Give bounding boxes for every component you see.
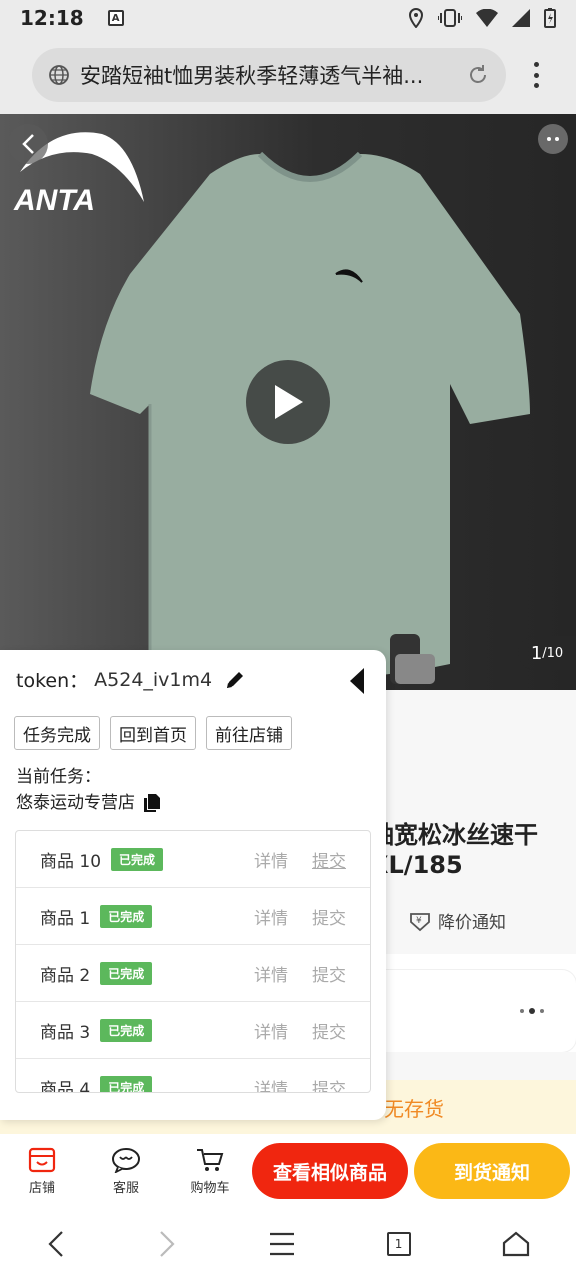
current-task: 当前任务： 悠泰运动专营店 (16, 764, 161, 816)
forward-icon[interactable] (157, 1230, 177, 1258)
item-list: 商品 10 已完成 详情 提交 商品 1 已完成 详情 提交 商品 2 已完成 … (15, 830, 371, 1093)
shop-icon (28, 1147, 56, 1172)
carousel-dots (520, 1008, 544, 1014)
product-title-line2: XL/185 (370, 851, 463, 879)
detail-link[interactable]: 详情 (254, 847, 288, 872)
status-badge: 已完成 (100, 1075, 153, 1092)
status-bar: 12:18 A (0, 0, 576, 36)
view-similar-button[interactable]: 查看相似商品 (252, 1143, 408, 1199)
location-icon (408, 8, 424, 28)
bottom-action-bar: 店铺 客服 购物车 查看相似商品 到货通知 (0, 1134, 576, 1208)
status-icons (408, 8, 556, 28)
reload-icon[interactable] (466, 63, 490, 87)
list-item: 商品 10 已完成 详情 提交 (16, 831, 370, 888)
product-image[interactable]: ANTA 1/10 (0, 114, 576, 690)
battery-icon (544, 8, 556, 28)
list-item: 商品 3 已完成 详情 提交 (16, 1002, 370, 1059)
out-of-stock-label: 无存货 (384, 1096, 444, 1121)
status-badge: 已完成 (100, 961, 153, 985)
status-badge: 已完成 (111, 847, 164, 871)
submit-link[interactable]: 提交 (312, 904, 346, 929)
browser-nav-bar: 1 (0, 1208, 576, 1280)
arrival-notify-button[interactable]: 到货通知 (414, 1143, 570, 1199)
status-badge: 已完成 (100, 904, 153, 928)
cart-icon (197, 1148, 224, 1171)
url-title: 安踏短袖t恤男装秋季轻薄透气半袖... (80, 64, 424, 88)
tab-count: 1 (394, 1237, 403, 1251)
back-button[interactable] (8, 124, 48, 164)
shop-button[interactable]: 店铺 (0, 1147, 84, 1196)
token-label: token： (16, 670, 89, 692)
info-card[interactable] (370, 970, 576, 1052)
list-item: 商品 2 已完成 详情 提交 (16, 945, 370, 1002)
vibrate-icon (438, 9, 462, 27)
svg-text:¥: ¥ (416, 916, 422, 926)
current-store-row: 悠泰运动专营店 (16, 790, 161, 816)
keyboard-a-icon: A (107, 10, 124, 26)
item-name: 商品 10 (40, 851, 102, 872)
shop-label: 店铺 (28, 1180, 55, 1196)
submit-link[interactable]: 提交 (312, 847, 346, 872)
collapse-panel-icon[interactable] (346, 666, 368, 696)
submit-link[interactable]: 提交 (312, 1018, 346, 1043)
customer-service-label: 客服 (112, 1180, 139, 1196)
wifi-icon (476, 9, 498, 27)
task-panel: token： A524_iv1m4 任务完成 回到首页 前往店铺 当前任务： 悠… (0, 650, 386, 1120)
globe-icon (49, 65, 69, 85)
detail-link[interactable]: 详情 (254, 904, 288, 929)
item-name: 商品 4 (40, 1079, 91, 1093)
tabs-button[interactable]: 1 (386, 1232, 411, 1256)
token-row: token： A524_iv1m4 (16, 666, 246, 693)
detail-link[interactable]: 详情 (254, 1075, 288, 1093)
copy-icon[interactable] (143, 793, 161, 813)
go-store-button[interactable]: 前往店铺 (206, 716, 292, 750)
item-name: 商品 2 (40, 965, 91, 986)
chevron-left-icon (22, 134, 34, 154)
pencil-icon[interactable] (224, 669, 246, 691)
image-counter-total: /10 (542, 645, 564, 661)
svg-text:ANTA: ANTA (13, 184, 95, 217)
browser-address-area: 安踏短袖t恤男装秋季轻薄透气半袖... (0, 36, 576, 114)
status-time: 12:18 (20, 6, 84, 30)
image-counter-current: 1 (530, 642, 543, 664)
play-icon (275, 385, 303, 419)
signal-icon (512, 9, 530, 27)
status-badge: 已完成 (100, 1018, 153, 1042)
product-title-line1: 袖宽松冰丝速干 (370, 821, 538, 849)
play-button[interactable] (246, 360, 330, 444)
list-item: 商品 1 已完成 详情 提交 (16, 888, 370, 945)
item-name: 商品 3 (40, 1022, 91, 1043)
image-counter: 1/10 (518, 636, 576, 670)
price-drop-notify[interactable]: ¥ 降价通知 (408, 908, 506, 933)
list-item: 商品 4 已完成 详情 提交 (16, 1059, 370, 1093)
details-background-2 (370, 1052, 576, 1080)
current-store-name: 悠泰运动专营店 (16, 793, 135, 813)
cart-label: 购物车 (190, 1180, 230, 1196)
task-complete-button[interactable]: 任务完成 (14, 716, 100, 750)
submit-link[interactable]: 提交 (312, 961, 346, 986)
more-button[interactable] (538, 124, 568, 154)
price-drop-label: 降价通知 (438, 913, 506, 933)
detail-link[interactable]: 详情 (254, 961, 288, 986)
detail-link[interactable]: 详情 (254, 1018, 288, 1043)
browser-menu-icon[interactable] (526, 62, 546, 88)
back-icon[interactable] (46, 1230, 66, 1258)
product-title: 袖宽松冰丝速干 XL/185 (370, 820, 538, 880)
token-value: A524_iv1m4 (94, 668, 213, 691)
cart-button[interactable]: 购物车 (168, 1147, 252, 1196)
price-tag-icon: ¥ (410, 912, 430, 931)
submit-link[interactable]: 提交 (312, 1075, 346, 1093)
customer-service-button[interactable]: 客服 (84, 1147, 168, 1196)
chat-icon (112, 1147, 140, 1173)
panel-buttons: 任务完成 回到首页 前往店铺 (14, 716, 292, 750)
back-home-button[interactable]: 回到首页 (110, 716, 196, 750)
menu-icon[interactable] (269, 1232, 295, 1256)
current-task-label: 当前任务： (16, 767, 101, 787)
url-bar[interactable]: 安踏短袖t恤男装秋季轻薄透气半袖... (32, 48, 506, 102)
home-icon[interactable] (502, 1231, 530, 1257)
item-name: 商品 1 (40, 908, 91, 929)
